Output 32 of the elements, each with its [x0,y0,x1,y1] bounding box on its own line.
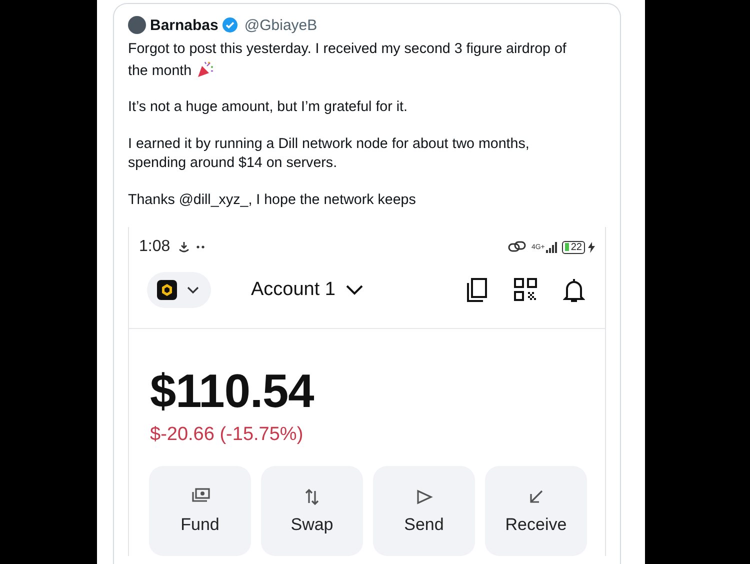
tweet-text: the month [128,60,604,81]
more-dots-icon [196,245,206,249]
party-popper-icon [196,62,214,78]
tweet-text: Thanks @dill_xyz_, I hope the network keeps [128,190,417,210]
bell-icon[interactable] [563,278,585,302]
chevron-down-icon [346,285,362,295]
tweet-text: I earned it by running a Dill network node for about two months, [128,134,530,154]
signal-icon [546,242,558,252]
fund-button[interactable]: Fund [149,466,251,556]
author-handle: @GbiayeB [244,16,318,34]
download-icon [178,241,190,253]
network-selector[interactable] [147,272,211,308]
tweet-text: spending around $14 on servers. [128,154,338,173]
qr-code-icon[interactable] [514,278,537,300]
chevron-down-icon [187,286,199,294]
battery-indicator: 22 [562,240,585,254]
avatar-icon [128,16,146,34]
balance-change: $-20.66 (-15.75%) [150,424,304,446]
swap-button[interactable]: Swap [261,466,363,556]
account-selector[interactable]: Account 1 [251,279,362,301]
tweet-text: Forgot to post this yesterday. I received my second 3 figure airdrop of [128,40,568,59]
swap-icon [302,488,322,506]
receive-button[interactable]: Receive [485,466,587,556]
tweet-text: It’s not a huge amount, but I’m grateful for it. [128,98,408,117]
status-time: 1:08 [139,238,170,256]
send-icon [414,488,434,506]
network-logo-icon [157,280,177,300]
send-button[interactable]: Send [373,466,475,556]
balance-amount: $110.54 [150,363,315,418]
link-icon [508,241,526,253]
copy-icon[interactable] [466,278,488,302]
author-name: Barnabas [150,16,218,34]
